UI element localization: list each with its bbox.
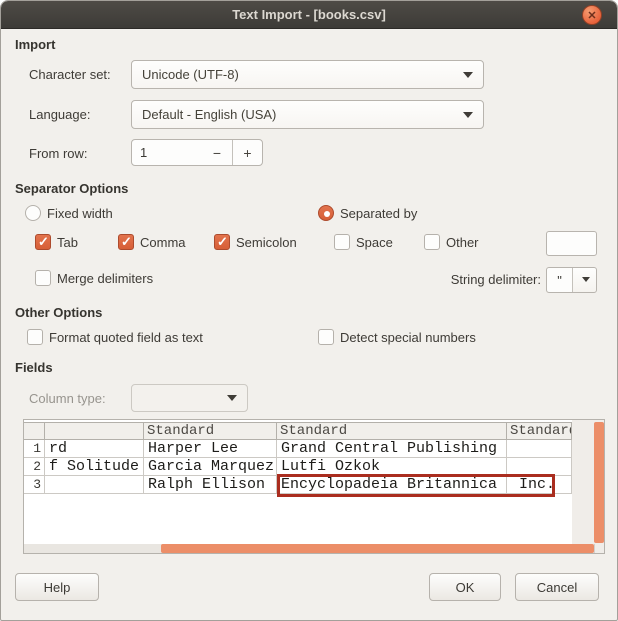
table-cell[interactable]: f Solitude — [45, 458, 144, 476]
language-label: Language: — [29, 107, 91, 122]
column-header[interactable]: Standard — [277, 422, 507, 440]
close-icon[interactable]: ✕ — [582, 5, 602, 25]
comma-checkbox[interactable] — [118, 234, 134, 250]
separator-options-heading: Separator Options — [15, 181, 129, 196]
other-checkbox[interactable] — [424, 234, 440, 250]
language-value: Default - English (USA) — [142, 107, 277, 122]
corner-cell — [24, 422, 45, 440]
language-dropdown[interactable]: Default - English (USA) — [131, 100, 484, 129]
chevron-down-icon — [582, 277, 590, 282]
table-row: 1 rd Harper Lee Grand Central Publishing — [24, 440, 572, 458]
column-type-label: Column type: — [29, 391, 106, 406]
fields-heading: Fields — [15, 360, 53, 375]
minus-icon[interactable]: − — [202, 140, 232, 165]
table-cell[interactable] — [45, 476, 144, 494]
horizontal-scrollbar-thumb[interactable] — [161, 544, 594, 553]
horizontal-scrollbar[interactable] — [24, 544, 604, 553]
character-set-value: Unicode (UTF-8) — [142, 67, 239, 82]
ok-button[interactable]: OK — [429, 573, 501, 601]
character-set-dropdown[interactable]: Unicode (UTF-8) — [131, 60, 484, 89]
from-row-label: From row: — [29, 146, 88, 161]
highlight-box — [277, 474, 555, 497]
comma-checkbox-label[interactable]: Comma — [140, 235, 186, 250]
string-delimiter-combobox[interactable]: " — [546, 267, 597, 293]
semicolon-checkbox-label[interactable]: Semicolon — [236, 235, 297, 250]
row-number: 2 — [24, 458, 45, 476]
string-delimiter-value: " — [547, 268, 573, 292]
string-delimiter-label: String delimiter: — [450, 272, 541, 287]
cancel-button[interactable]: Cancel — [515, 573, 599, 601]
titlebar: Text Import - [books.csv] ✕ — [1, 1, 617, 29]
chevron-down-icon — [227, 395, 237, 401]
character-set-label: Character set: — [29, 67, 111, 82]
from-row-value: 1 — [140, 145, 148, 160]
table-cell[interactable] — [507, 440, 572, 458]
vertical-scrollbar[interactable] — [594, 422, 604, 543]
table-cell[interactable]: Grand Central Publishing — [277, 440, 507, 458]
fixed-width-radio[interactable] — [25, 205, 41, 221]
table-cell[interactable]: Harper Lee — [144, 440, 277, 458]
space-checkbox[interactable] — [334, 234, 350, 250]
row-number: 1 — [24, 440, 45, 458]
column-type-dropdown[interactable] — [131, 384, 248, 412]
tab-checkbox[interactable] — [35, 234, 51, 250]
column-header[interactable] — [45, 422, 144, 440]
text-import-dialog: Text Import - [books.csv] ✕ Import Chara… — [0, 0, 618, 621]
import-heading: Import — [15, 37, 56, 52]
fixed-width-label[interactable]: Fixed width — [47, 206, 113, 221]
format-quoted-label[interactable]: Format quoted field as text — [49, 330, 203, 345]
separated-by-radio[interactable] — [318, 205, 334, 221]
plus-icon[interactable]: + — [232, 140, 262, 165]
other-separator-input[interactable] — [546, 231, 597, 256]
from-row-stepper[interactable]: 1 − + — [131, 139, 263, 166]
separated-by-label[interactable]: Separated by — [340, 206, 417, 221]
scrollbar-corner — [594, 544, 604, 553]
table-cell[interactable]: Garcia Marquez — [144, 458, 277, 476]
table-cell[interactable]: Ralph Ellison — [144, 476, 277, 494]
detect-special-checkbox[interactable] — [318, 329, 334, 345]
format-quoted-checkbox[interactable] — [27, 329, 43, 345]
column-header[interactable]: Standard — [144, 422, 277, 440]
merge-delimiters-label[interactable]: Merge delimiters — [57, 271, 153, 286]
window-title: Text Import - [books.csv] — [232, 7, 386, 22]
row-number: 3 — [24, 476, 45, 494]
help-button[interactable]: Help — [15, 573, 99, 601]
detect-special-label[interactable]: Detect special numbers — [340, 330, 476, 345]
table-header-row: Standard Standard Standard — [24, 422, 572, 440]
other-options-heading: Other Options — [15, 305, 103, 320]
other-checkbox-label[interactable]: Other — [446, 235, 479, 250]
space-checkbox-label[interactable]: Space — [356, 235, 393, 250]
table-cell[interactable]: rd — [45, 440, 144, 458]
column-header[interactable]: Standard — [507, 422, 572, 440]
tab-checkbox-label[interactable]: Tab — [57, 235, 78, 250]
semicolon-checkbox[interactable] — [214, 234, 230, 250]
chevron-down-icon — [463, 111, 473, 118]
chevron-down-icon — [463, 71, 473, 78]
merge-delimiters-checkbox[interactable] — [35, 270, 51, 286]
